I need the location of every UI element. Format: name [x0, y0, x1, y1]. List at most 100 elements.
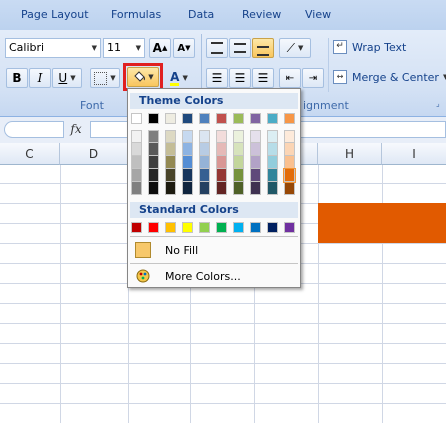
filled-cell-range[interactable]: [318, 203, 446, 243]
theme-color-swatch[interactable]: [216, 113, 227, 124]
tab-data[interactable]: Data: [188, 8, 214, 21]
theme-shade-swatch[interactable]: [267, 156, 278, 169]
italic-button[interactable]: I: [29, 68, 51, 88]
align-center-button[interactable]: ☰: [229, 68, 251, 88]
tab-formulas[interactable]: Formulas: [111, 8, 161, 21]
theme-shade-swatch[interactable]: [182, 143, 193, 156]
column-header-h[interactable]: H: [318, 143, 382, 165]
column-header-c[interactable]: C: [0, 143, 60, 165]
theme-shade-swatch[interactable]: [148, 169, 159, 182]
theme-shade-swatch[interactable]: [233, 130, 244, 143]
insert-function-button[interactable]: fx: [64, 121, 88, 138]
merge-center-button[interactable]: ↔ Merge & Center ▼: [333, 70, 446, 84]
column-header-d[interactable]: D: [60, 143, 128, 165]
standard-color-swatch[interactable]: [216, 222, 227, 233]
theme-shade-swatch[interactable]: [250, 169, 261, 182]
theme-shade-swatch[interactable]: [233, 143, 244, 156]
theme-shade-swatch[interactable]: [165, 156, 176, 169]
standard-color-swatch[interactable]: [250, 222, 261, 233]
theme-shade-swatch[interactable]: [131, 143, 142, 156]
more-colors-option[interactable]: More Colors...: [130, 264, 298, 288]
standard-color-swatch[interactable]: [148, 222, 159, 233]
tab-page-layout[interactable]: Page Layout: [21, 8, 89, 21]
font-size-select[interactable]: 11 ▼: [103, 38, 145, 58]
theme-shade-swatch[interactable]: [267, 182, 278, 195]
theme-shade-swatch[interactable]: [165, 169, 176, 182]
tab-review[interactable]: Review: [242, 8, 281, 21]
theme-shade-swatch[interactable]: [267, 169, 278, 182]
theme-shade-swatch[interactable]: [216, 169, 227, 182]
theme-shade-swatch[interactable]: [199, 130, 210, 143]
theme-shade-swatch[interactable]: [250, 130, 261, 143]
theme-color-swatch[interactable]: [250, 113, 261, 124]
align-bottom-button[interactable]: [252, 38, 274, 58]
fill-color-button[interactable]: ▼: [127, 67, 159, 87]
theme-color-swatch[interactable]: [182, 113, 193, 124]
theme-shade-swatch[interactable]: [199, 156, 210, 169]
tab-view[interactable]: View: [305, 8, 331, 21]
column-header-i[interactable]: I: [382, 143, 446, 165]
chevron-down-icon[interactable]: ▼: [136, 44, 141, 52]
theme-shade-swatch[interactable]: [284, 143, 295, 156]
theme-shade-swatch[interactable]: [250, 156, 261, 169]
theme-color-swatch[interactable]: [267, 113, 278, 124]
grow-font-button[interactable]: A ▲: [149, 38, 171, 58]
theme-shade-swatch[interactable]: [284, 182, 295, 195]
theme-shade-swatch[interactable]: [148, 130, 159, 143]
theme-shade-swatch[interactable]: [165, 130, 176, 143]
shrink-font-button[interactable]: A ▼: [173, 38, 195, 58]
chevron-down-icon[interactable]: ▼: [92, 44, 97, 52]
theme-shade-swatch[interactable]: [165, 182, 176, 195]
theme-shade-swatch[interactable]: [216, 130, 227, 143]
no-fill-option[interactable]: No Fill: [130, 238, 298, 262]
theme-color-swatch[interactable]: [148, 113, 159, 124]
dialog-launcher-icon[interactable]: ⌟: [436, 99, 440, 108]
standard-color-swatch[interactable]: [284, 222, 295, 233]
theme-shade-swatch[interactable]: [199, 169, 210, 182]
theme-shade-swatch[interactable]: [250, 143, 261, 156]
borders-button[interactable]: ▼: [90, 68, 120, 88]
font-name-select[interactable]: Calibri ▼: [5, 38, 101, 58]
theme-shade-swatch[interactable]: [233, 169, 244, 182]
theme-shade-swatch[interactable]: [199, 143, 210, 156]
theme-shade-swatch[interactable]: [199, 182, 210, 195]
standard-color-swatch[interactable]: [233, 222, 244, 233]
decrease-indent-button[interactable]: ⇤: [279, 68, 301, 88]
theme-shade-swatch[interactable]: [267, 130, 278, 143]
theme-shade-swatch[interactable]: [131, 130, 142, 143]
align-left-button[interactable]: ☰: [206, 68, 228, 88]
theme-shade-swatch[interactable]: [233, 182, 244, 195]
theme-shade-swatch[interactable]: [182, 169, 193, 182]
align-top-button[interactable]: [206, 38, 228, 58]
standard-color-swatch[interactable]: [131, 222, 142, 233]
theme-shade-swatch[interactable]: [216, 143, 227, 156]
standard-color-swatch[interactable]: [165, 222, 176, 233]
name-box[interactable]: [4, 121, 64, 138]
theme-color-swatch[interactable]: [131, 113, 142, 124]
theme-color-swatch[interactable]: [233, 113, 244, 124]
theme-shade-swatch[interactable]: [216, 156, 227, 169]
theme-shade-swatch[interactable]: [250, 182, 261, 195]
align-right-button[interactable]: ☰: [252, 68, 274, 88]
wrap-text-button[interactable]: ↵ Wrap Text: [333, 40, 406, 54]
increase-indent-button[interactable]: ⇥: [302, 68, 324, 88]
theme-shade-swatch[interactable]: [131, 182, 142, 195]
standard-color-swatch[interactable]: [267, 222, 278, 233]
bold-button[interactable]: B: [6, 68, 28, 88]
theme-shade-swatch[interactable]: [182, 130, 193, 143]
theme-shade-swatch[interactable]: [131, 156, 142, 169]
align-middle-button[interactable]: [229, 38, 251, 58]
standard-color-swatch[interactable]: [182, 222, 193, 233]
theme-shade-swatch[interactable]: [165, 143, 176, 156]
theme-shade-swatch[interactable]: [284, 130, 295, 143]
theme-shade-swatch[interactable]: [148, 143, 159, 156]
theme-shade-swatch[interactable]: [233, 156, 244, 169]
orientation-button[interactable]: ⟋ ▼: [279, 38, 311, 58]
theme-shade-swatch[interactable]: [131, 169, 142, 182]
standard-color-swatch[interactable]: [199, 222, 210, 233]
theme-shade-swatch[interactable]: [148, 156, 159, 169]
theme-shade-swatch[interactable]: [148, 182, 159, 195]
theme-color-swatch[interactable]: [165, 113, 176, 124]
theme-color-swatch[interactable]: [284, 113, 295, 124]
theme-shade-swatch[interactable]: [267, 143, 278, 156]
